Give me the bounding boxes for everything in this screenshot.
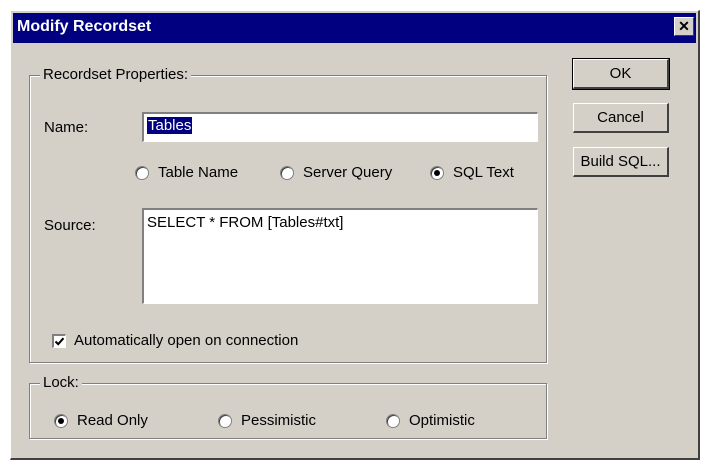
radio-server-query-circle <box>280 165 294 180</box>
checkmark-icon <box>54 337 65 346</box>
auto-open-checkbox[interactable]: Automatically open on connection <box>52 332 298 349</box>
radio-optimistic-circle <box>386 413 400 428</box>
radio-table-name[interactable]: Table Name <box>135 164 238 181</box>
radio-table-name-circle <box>135 165 149 180</box>
lock-group: Lock: Read Only Pessimistic Optimistic <box>29 374 547 439</box>
radio-optimistic-label: Optimistic <box>409 412 475 429</box>
title-bar[interactable]: Modify Recordset ✕ <box>13 13 696 43</box>
build-sql-button[interactable]: Build SQL... <box>573 147 669 177</box>
modify-recordset-dialog: Modify Recordset ✕ Recordset Properties:… <box>10 10 700 460</box>
window-title: Modify Recordset <box>17 18 152 35</box>
close-button[interactable]: ✕ <box>674 17 694 36</box>
radio-server-query[interactable]: Server Query <box>280 164 392 181</box>
radio-optimistic[interactable]: Optimistic <box>386 412 475 429</box>
radio-sql-text-dot <box>434 169 440 176</box>
radio-pessimistic-label: Pessimistic <box>241 412 317 429</box>
name-field-value: Tables <box>147 117 193 134</box>
source-text: SELECT * FROM [Tables#txt] <box>147 214 344 231</box>
auto-open-check-box <box>52 333 66 348</box>
radio-pessimistic-circle <box>218 413 232 428</box>
recordset-properties-label: Recordset Properties: <box>40 66 192 83</box>
radio-table-name-label: Table Name <box>158 164 239 181</box>
radio-sql-text[interactable]: SQL Text <box>430 164 514 181</box>
source-label: Source: <box>44 217 96 234</box>
cancel-button[interactable]: Cancel <box>573 103 669 133</box>
ok-button[interactable]: OK <box>572 58 670 90</box>
auto-open-label: Automatically open on connection <box>74 332 299 349</box>
name-field[interactable]: Tables <box>142 112 538 142</box>
close-icon: ✕ <box>678 18 690 34</box>
source-textarea[interactable]: SELECT * FROM [Tables#txt] <box>142 208 538 304</box>
radio-read-only-circle <box>54 413 68 428</box>
radio-read-only-dot <box>58 417 64 424</box>
radio-sql-text-label: SQL Text <box>453 164 514 181</box>
radio-server-query-label: Server Query <box>303 164 393 181</box>
lock-label: Lock: <box>40 374 82 391</box>
name-label: Name: <box>44 119 89 136</box>
radio-pessimistic[interactable]: Pessimistic <box>218 412 316 429</box>
radio-read-only[interactable]: Read Only <box>54 412 148 429</box>
recordset-properties-group: Recordset Properties: Name: Tables Table… <box>29 66 547 363</box>
radio-read-only-label: Read Only <box>77 412 148 429</box>
radio-sql-text-circle <box>430 165 444 180</box>
